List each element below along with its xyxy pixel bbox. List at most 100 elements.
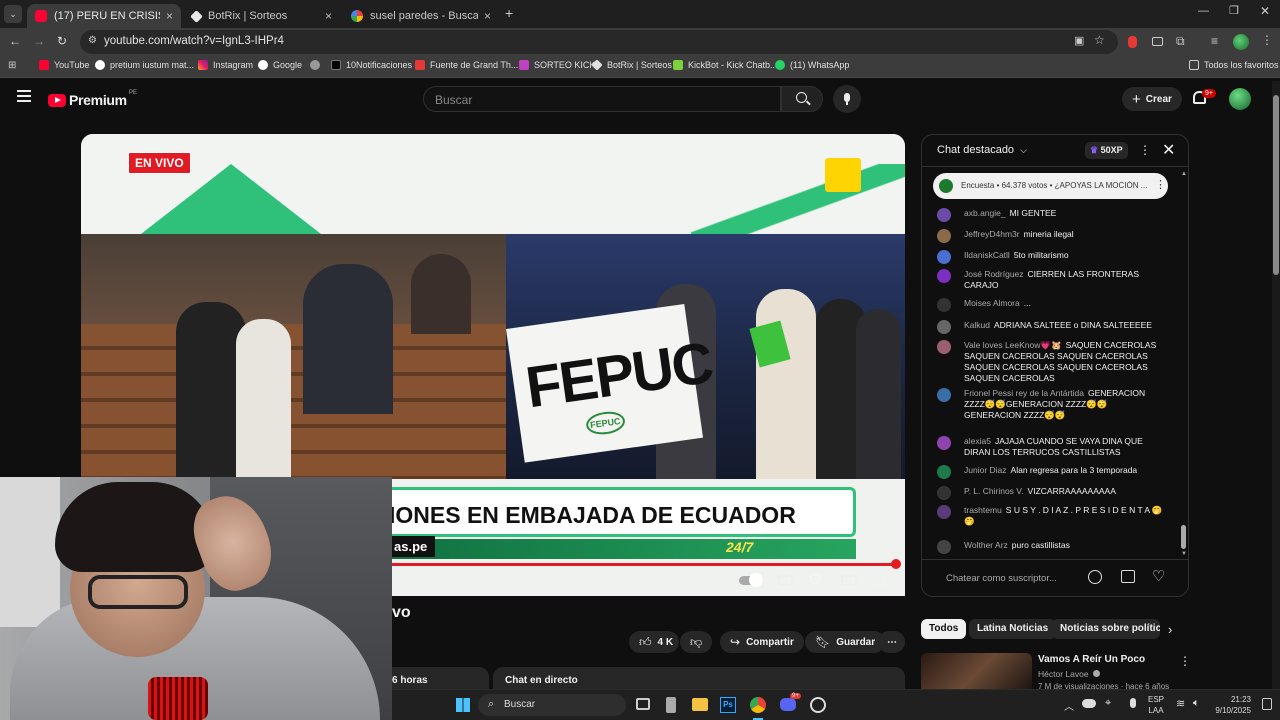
photoshop-icon[interactable]: Ps xyxy=(720,697,736,713)
chat-author-avatar[interactable] xyxy=(937,269,951,283)
reload-icon[interactable]: ↻ xyxy=(57,34,67,48)
tab-google[interactable]: susel paredes - Buscar con Goo × xyxy=(343,4,499,28)
clock[interactable]: 21:23 9/10/2025 xyxy=(1210,694,1251,716)
dislike-button[interactable]: 👎︎ xyxy=(680,631,712,653)
chat-author-avatar[interactable] xyxy=(937,208,951,222)
chat-author-name[interactable]: Moises Almora xyxy=(964,298,1020,308)
extension-icon[interactable] xyxy=(1152,37,1163,46)
cast-icon[interactable]: ▣ xyxy=(1074,34,1084,47)
chat-author-name[interactable]: Wolther Arz xyxy=(964,540,1008,550)
share-button[interactable]: ↪ Compartir xyxy=(720,631,804,653)
back-icon[interactable]: ← xyxy=(9,34,21,48)
chat-close-icon[interactable]: ✕ xyxy=(1162,140,1175,160)
show-desktop-icon[interactable] xyxy=(1262,698,1272,710)
chat-author-avatar[interactable] xyxy=(937,250,951,264)
reading-list-icon[interactable]: ≡ xyxy=(1211,34,1218,48)
site-info-icon[interactable]: ⚙ xyxy=(88,35,97,46)
account-avatar[interactable] xyxy=(1229,88,1251,110)
chat-scrollbar-thumb[interactable] xyxy=(1181,525,1186,549)
youtube-logo[interactable]: Premium PE xyxy=(48,90,137,108)
chat-more-icon[interactable]: ⋮ xyxy=(1139,143,1151,157)
system-tray-chevron-icon[interactable]: ︿ xyxy=(1064,698,1074,713)
tab-botrix[interactable]: BotRix | Sorteos × xyxy=(184,4,340,28)
chat-author-name[interactable]: Vale loves LeeKnow💗🐹 xyxy=(964,340,1062,350)
save-button[interactable]: 🔖︎ Guardar xyxy=(805,631,886,653)
task-view-icon[interactable] xyxy=(636,698,650,710)
page-scrollbar[interactable] xyxy=(1272,81,1280,720)
windows-start-icon[interactable] xyxy=(456,698,470,712)
bookmark-globe[interactable] xyxy=(310,60,325,70)
chat-author-avatar[interactable] xyxy=(937,229,951,243)
chip-all[interactable]: Todos xyxy=(921,619,967,639)
chip-politica[interactable]: Noticias sobre política xyxy=(1052,619,1160,639)
tab-close-icon[interactable]: × xyxy=(325,9,332,23)
bookmark-whatsapp[interactable]: (11) WhatsApp xyxy=(775,60,849,70)
microphone-tray-icon[interactable] xyxy=(1130,698,1136,708)
bookmark-botrix[interactable]: BotRix | Sorteos xyxy=(591,59,672,71)
fullscreen-icon[interactable]: ⛶ xyxy=(874,573,885,590)
bookmark-x-notificaciones[interactable]: 10Notificaciones xyxy=(331,60,412,70)
apps-grid-icon[interactable]: ⊞ xyxy=(8,60,16,71)
bookmark-fuente-gta[interactable]: Fuente de Grand Th... xyxy=(415,60,518,70)
theater-mode-icon[interactable] xyxy=(841,575,857,586)
emoji-icon[interactable] xyxy=(1088,570,1102,584)
chat-author-avatar[interactable] xyxy=(937,320,951,334)
chat-author-avatar[interactable] xyxy=(937,388,951,402)
network-icon[interactable]: ⌖ xyxy=(1105,697,1111,710)
chat-input[interactable]: Chatear como suscriptor... xyxy=(946,573,1057,584)
chat-author-avatar[interactable] xyxy=(937,298,951,312)
extension-record-icon[interactable] xyxy=(1128,36,1137,48)
bookmark-kickbot[interactable]: KickBot - Kick Chatb... xyxy=(673,60,778,70)
chat-author-name[interactable]: José Rodríguez xyxy=(964,269,1024,279)
more-actions-button[interactable]: ⋯ xyxy=(878,631,905,653)
poll-banner[interactable]: Encuesta • 64.378 votos • ¿APOYAS LA MOC… xyxy=(933,173,1168,199)
bookmark-google[interactable]: Google xyxy=(258,60,302,70)
like-button[interactable]: 👍︎ 4 K xyxy=(629,631,679,653)
chat-author-avatar[interactable] xyxy=(937,436,951,450)
new-tab-button[interactable]: + xyxy=(505,5,513,21)
language-indicator[interactable]: ESP LAA xyxy=(1148,694,1164,716)
tab-close-icon[interactable]: × xyxy=(484,9,491,23)
taskbar-search[interactable]: ⌕ Buscar xyxy=(478,694,626,716)
chat-author-avatar[interactable] xyxy=(937,465,951,479)
discord-icon[interactable] xyxy=(780,698,796,711)
file-explorer-icon[interactable] xyxy=(692,698,708,711)
chat-author-avatar[interactable] xyxy=(937,340,951,354)
bookmark-sorteo-kick[interactable]: SORTEO KICK xyxy=(519,60,595,70)
create-button[interactable]: + Crear xyxy=(1122,87,1182,111)
chat-author-name[interactable]: Kalkud xyxy=(964,320,990,330)
search-button[interactable] xyxy=(781,86,823,112)
extensions-puzzle-icon[interactable]: ⧉ xyxy=(1176,34,1185,49)
maximize-button[interactable]: ❐ xyxy=(1229,4,1239,17)
onedrive-icon[interactable] xyxy=(1082,699,1096,708)
address-bar[interactable]: ⚙ youtube.com/watch?v=IgnL3-IHPr4 ▣ ☆ xyxy=(80,30,1118,54)
bookmark-instagram[interactable]: Instagram xyxy=(198,60,253,70)
chat-author-name[interactable]: trashtemu xyxy=(964,505,1002,515)
chat-author-name[interactable]: Frionel Pessi rey de la Antártida xyxy=(964,388,1084,398)
heart-icon[interactable]: ♡ xyxy=(1152,567,1165,585)
progress-scrubber[interactable] xyxy=(891,559,901,569)
profile-avatar[interactable] xyxy=(1233,34,1249,50)
volume-icon[interactable]: 🔈︎ xyxy=(1193,697,1200,710)
search-input[interactable]: Buscar xyxy=(423,86,781,112)
tab-close-icon[interactable]: × xyxy=(166,9,173,23)
wifi-icon[interactable]: ≋ xyxy=(1176,697,1185,710)
poll-more-icon[interactable]: ⋮ xyxy=(1155,178,1166,191)
bookmark-pretium[interactable]: pretium iustum mat... xyxy=(95,60,194,70)
chat-author-avatar[interactable] xyxy=(937,486,951,500)
subtitles-icon[interactable] xyxy=(778,575,793,586)
recommended-more-icon[interactable]: ⋮ xyxy=(1179,654,1191,668)
chat-author-name[interactable]: axb.angie_ xyxy=(964,208,1006,218)
bookmark-star-icon[interactable]: ☆ xyxy=(1094,33,1105,47)
recommended-thumbnail[interactable] xyxy=(921,653,1032,693)
tab-youtube[interactable]: (17) PERÚ EN CRISIS: FUERZA P × xyxy=(27,4,181,28)
bookmark-youtube[interactable]: YouTube xyxy=(39,60,89,70)
obs-icon[interactable] xyxy=(810,697,826,713)
chips-next-icon[interactable]: › xyxy=(1168,622,1172,637)
browser-menu-icon[interactable]: ⋮ xyxy=(1261,33,1273,47)
chat-author-name[interactable]: P. L. Chirinos V. xyxy=(964,486,1024,496)
chat-author-name[interactable]: JeffreyD4hm3r xyxy=(964,229,1020,239)
chat-author-name[interactable]: IldaniskCatll xyxy=(964,250,1010,260)
microphone-button[interactable] xyxy=(833,85,861,113)
chat-author-avatar[interactable] xyxy=(937,540,951,554)
